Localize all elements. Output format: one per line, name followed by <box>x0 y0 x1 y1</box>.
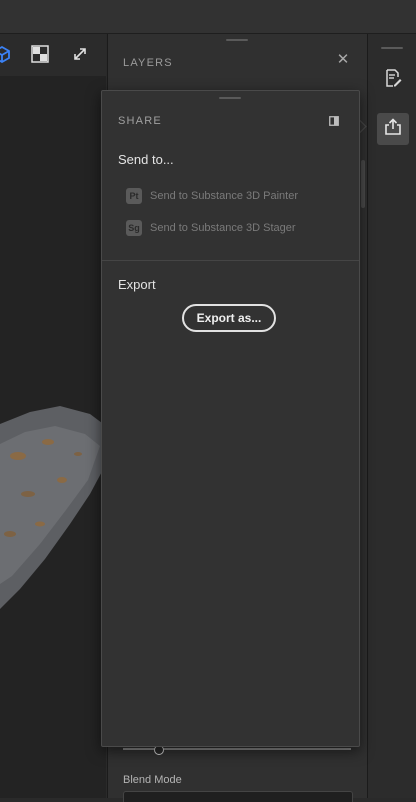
properties-button[interactable] <box>377 64 409 96</box>
share-icon <box>384 117 402 141</box>
section-divider <box>102 260 359 261</box>
rail-grip <box>381 47 403 49</box>
panel-grip[interactable] <box>226 39 248 41</box>
expand-icon[interactable] <box>70 44 90 64</box>
send-target-label: Send to Substance 3D Stager <box>150 222 296 234</box>
checkerboard-icon[interactable] <box>30 44 50 64</box>
layers-scrollbar[interactable] <box>361 160 365 208</box>
stager-app-icon: Sg <box>126 220 142 236</box>
panel-toggle-icon[interactable] <box>329 113 339 126</box>
popover-grip[interactable] <box>219 97 241 99</box>
blend-mode-select[interactable] <box>123 791 353 802</box>
share-button[interactable] <box>377 113 409 145</box>
export-heading: Export <box>118 277 156 292</box>
send-target-label: Send to Substance 3D Painter <box>150 190 298 202</box>
layers-title: LAYERS <box>123 57 173 69</box>
send-to-painter[interactable]: Pt Send to Substance 3D Painter <box>126 187 298 205</box>
share-popover: SHARE Send to... Pt Send to Substance 3D… <box>101 90 360 747</box>
share-title: SHARE <box>118 115 162 127</box>
export-as-button[interactable]: Export as... <box>182 304 276 332</box>
send-to-stager[interactable]: Sg Send to Substance 3D Stager <box>126 219 296 237</box>
right-rail <box>367 34 416 798</box>
close-icon[interactable]: ✕ <box>336 52 350 67</box>
3d-cube-icon[interactable] <box>0 44 12 64</box>
terrain-preview <box>0 406 106 609</box>
top-bar <box>0 0 416 34</box>
send-to-heading: Send to... <box>118 152 174 167</box>
viewport-toolbar <box>0 34 106 76</box>
blend-mode-label: Blend Mode <box>123 774 182 786</box>
painter-app-icon: Pt <box>126 188 142 204</box>
properties-edit-icon <box>384 68 402 92</box>
viewport[interactable] <box>0 34 106 798</box>
